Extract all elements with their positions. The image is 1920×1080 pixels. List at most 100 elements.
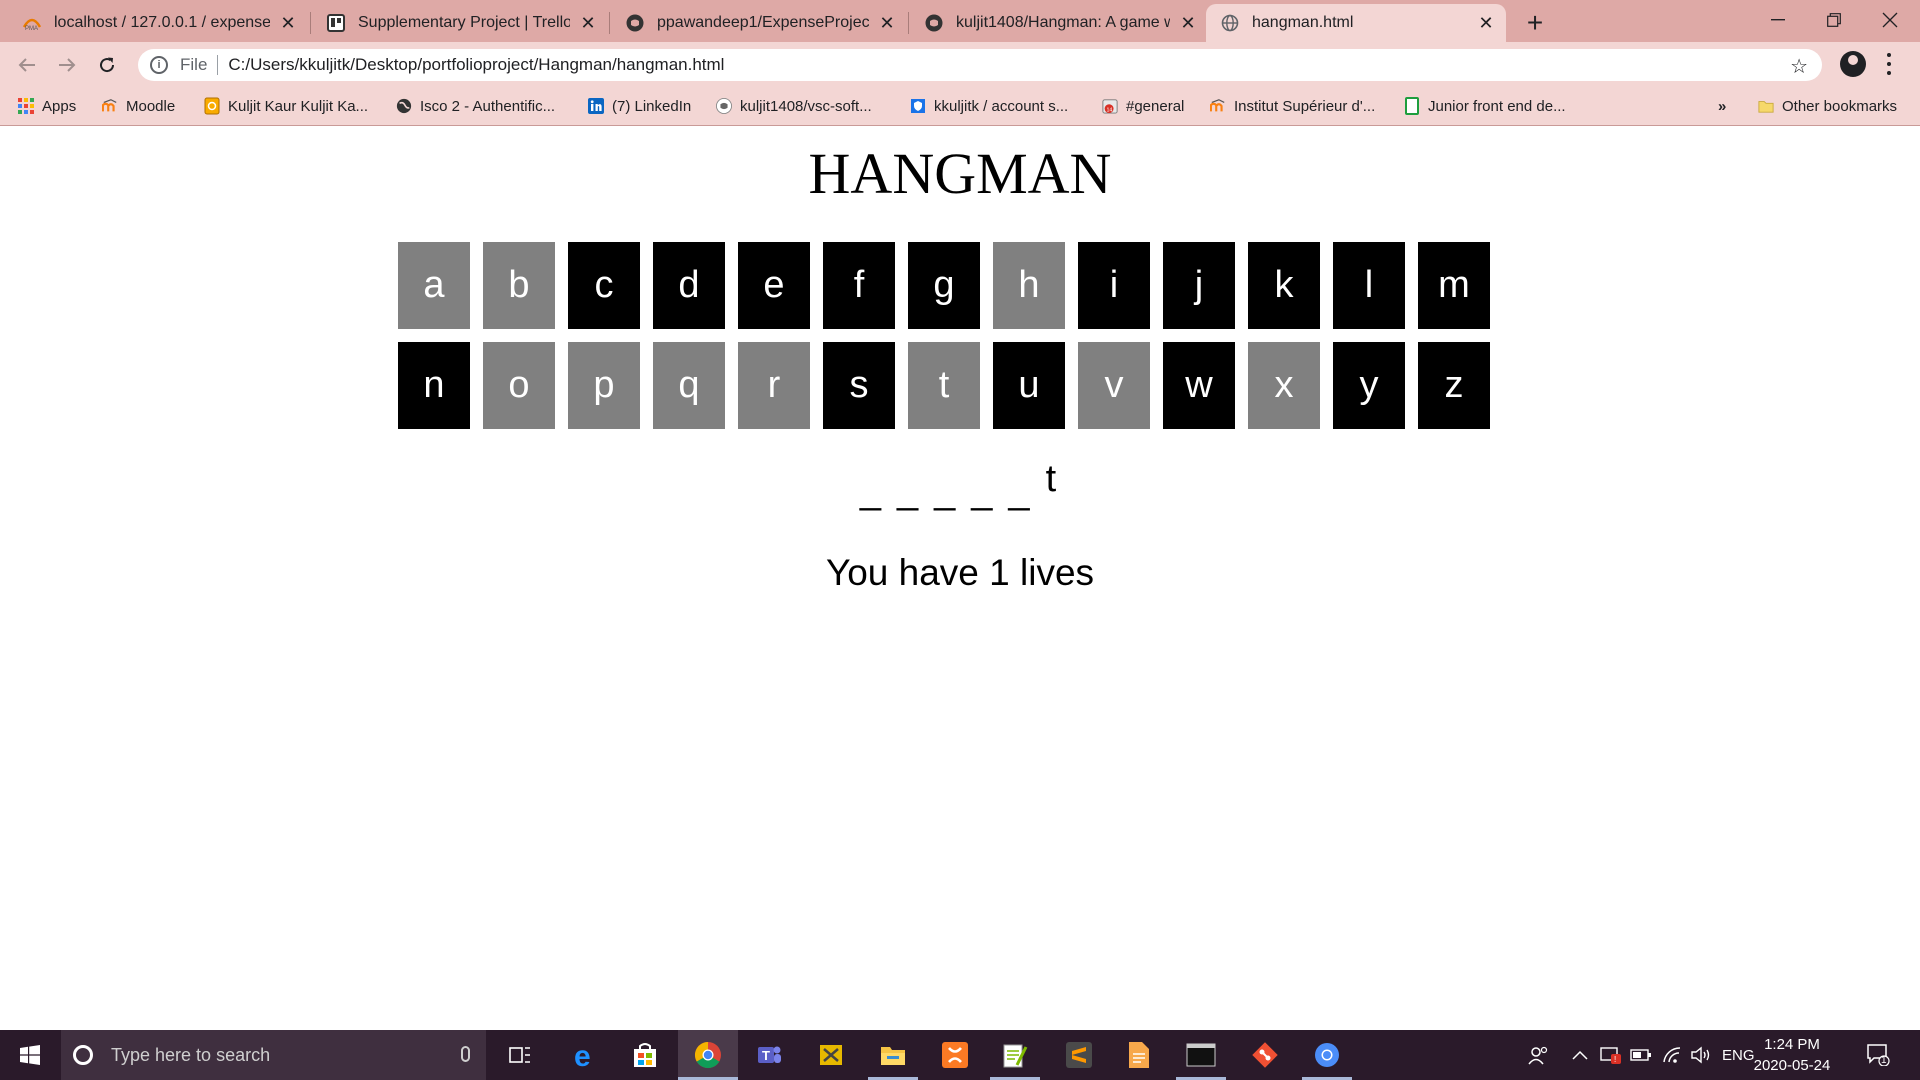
letter-key-h[interactable]: h xyxy=(993,242,1065,329)
task-view-icon[interactable] xyxy=(503,1038,537,1072)
tab-trello[interactable]: Supplementary Project | Trello ✕ xyxy=(312,4,608,42)
forward-icon[interactable] xyxy=(52,50,82,80)
letter-key-o[interactable]: o xyxy=(483,342,555,429)
letter-key-u[interactable]: u xyxy=(993,342,1065,429)
bookmark-account-security[interactable]: kkuljitk / account s... xyxy=(910,94,1068,118)
tab-phpmyadmin[interactable]: PMA localhost / 127.0.0.1 / expensetra ✕ xyxy=(8,4,308,42)
microphone-icon[interactable] xyxy=(461,1046,470,1062)
bookmark-label: kkuljitk / account s... xyxy=(934,97,1069,115)
letter-key-s[interactable]: s xyxy=(823,342,895,429)
bookmark-general[interactable]: 14 #general xyxy=(1102,94,1184,118)
wifi-icon[interactable] xyxy=(1662,1030,1684,1080)
letter-key-n[interactable]: n xyxy=(398,342,470,429)
svg-text:T: T xyxy=(762,1048,770,1063)
notepad-plus-plus-icon[interactable] xyxy=(998,1038,1032,1072)
letter-key-a[interactable]: a xyxy=(398,242,470,329)
linkedin-icon xyxy=(588,98,604,114)
language-indicator[interactable]: ENG xyxy=(1722,1030,1755,1080)
letter-key-d[interactable]: d xyxy=(653,242,725,329)
chevron-up-icon[interactable] xyxy=(1572,1030,1588,1080)
close-icon[interactable]: ✕ xyxy=(278,13,298,33)
xampp-icon[interactable] xyxy=(938,1038,972,1072)
teams-icon[interactable]: T xyxy=(752,1038,786,1072)
sublime-text-icon[interactable] xyxy=(1062,1038,1096,1072)
new-tab-button[interactable]: + xyxy=(1520,7,1550,38)
git-icon[interactable] xyxy=(1248,1038,1282,1072)
letter-key-i[interactable]: i xyxy=(1078,242,1150,329)
document-app-icon[interactable] xyxy=(1122,1038,1156,1072)
letter-key-p[interactable]: p xyxy=(568,342,640,429)
battery-icon[interactable] xyxy=(1630,1030,1652,1080)
info-icon[interactable]: i xyxy=(150,56,168,74)
taskbar-search[interactable]: Type here to search xyxy=(61,1030,486,1080)
people-icon[interactable] xyxy=(1528,1030,1550,1080)
globe-icon xyxy=(1220,13,1240,33)
bookmark-institut[interactable]: Institut Supérieur d'... xyxy=(1210,94,1375,118)
bookmark-kuljit-doc[interactable]: Kuljit Kaur Kuljit Ka... xyxy=(204,94,368,118)
letter-key-k[interactable]: k xyxy=(1248,242,1320,329)
letter-key-g[interactable]: g xyxy=(908,242,980,329)
letter-key-z[interactable]: z xyxy=(1418,342,1490,429)
volume-icon[interactable] xyxy=(1690,1030,1712,1080)
store-icon[interactable] xyxy=(628,1038,662,1072)
notification-center-icon[interactable]: 1 xyxy=(1866,1042,1890,1067)
letter-key-b[interactable]: b xyxy=(483,242,555,329)
window-close-icon[interactable] xyxy=(1862,0,1918,40)
tab-hangman-active[interactable]: hangman.html ✕ xyxy=(1206,4,1506,42)
edge-icon[interactable]: e xyxy=(568,1038,602,1072)
reload-icon[interactable] xyxy=(92,50,122,80)
file-explorer-icon[interactable] xyxy=(876,1038,910,1072)
chromium-icon[interactable] xyxy=(1310,1038,1344,1072)
tab-separator xyxy=(310,12,311,34)
system-clock[interactable]: 1:24 PM 2020-05-24 xyxy=(1752,1034,1832,1076)
word-slot: _ xyxy=(971,470,997,512)
svg-text:!: ! xyxy=(1614,1055,1616,1064)
tools-app-icon[interactable] xyxy=(814,1038,848,1072)
bookmark-isco[interactable]: Isco 2 - Authentific... xyxy=(396,94,555,118)
other-bookmarks-folder[interactable]: Other bookmarks xyxy=(1758,94,1897,118)
bookmark-linkedin[interactable]: (7) LinkedIn xyxy=(588,94,691,118)
letter-key-f[interactable]: f xyxy=(823,242,895,329)
back-icon[interactable] xyxy=(12,50,42,80)
letter-key-c[interactable]: c xyxy=(568,242,640,329)
profile-avatar-icon[interactable] xyxy=(1840,51,1866,77)
tab-separator xyxy=(908,12,909,34)
bookmark-label: Kuljit Kaur Kuljit Ka... xyxy=(228,97,369,115)
letter-key-y[interactable]: y xyxy=(1333,342,1405,429)
tab-github-hangman[interactable]: kuljit1408/Hangman: A game wit ✕ xyxy=(910,4,1208,42)
letter-key-x[interactable]: x xyxy=(1248,342,1320,429)
bookmark-vsc-soft[interactable]: kuljit1408/vsc-soft... xyxy=(716,94,872,118)
tab-github-expense[interactable]: ppawandeep1/ExpenseProject: It ✕ xyxy=(611,4,907,42)
more-bookmarks-button[interactable]: » xyxy=(1718,94,1726,118)
chrome-icon[interactable] xyxy=(691,1038,725,1072)
letter-key-j[interactable]: j xyxy=(1163,242,1235,329)
letter-key-e[interactable]: e xyxy=(738,242,810,329)
letter-key-t[interactable]: t xyxy=(908,342,980,429)
security-alert-icon[interactable]: ! xyxy=(1600,1030,1622,1080)
letter-key-v[interactable]: v xyxy=(1078,342,1150,429)
bookmark-junior-frontend[interactable]: Junior front end de... xyxy=(1404,94,1566,118)
menu-kebab-icon[interactable] xyxy=(1884,50,1894,78)
svg-text:e: e xyxy=(574,1041,591,1069)
letter-key-q[interactable]: q xyxy=(653,342,725,429)
bookmark-moodle[interactable]: Moodle xyxy=(102,94,175,118)
close-icon[interactable]: ✕ xyxy=(1476,13,1496,33)
letter-key-m[interactable]: m xyxy=(1418,242,1490,329)
star-icon[interactable]: ☆ xyxy=(1790,54,1808,79)
clock-date: 2020-05-24 xyxy=(1753,1057,1831,1074)
letter-key-r[interactable]: r xyxy=(738,342,810,429)
bookmarks-bar: Apps Moodle Kuljit Kaur Kuljit Ka... Isc… xyxy=(0,86,1920,126)
bookmark-apps[interactable]: Apps xyxy=(18,94,76,118)
address-bar[interactable]: i File C:/Users/kkuljitk/Desktop/portfol… xyxy=(138,49,1822,81)
terminal-icon[interactable] xyxy=(1184,1038,1218,1072)
restore-icon[interactable] xyxy=(1806,0,1862,40)
close-icon[interactable]: ✕ xyxy=(578,13,598,33)
letter-key-l[interactable]: l xyxy=(1333,242,1405,329)
taskbar: Type here to search e T ! ENG 1:24 PM 20… xyxy=(0,1030,1920,1080)
letter-key-w[interactable]: w xyxy=(1163,342,1235,429)
url-text[interactable]: C:/Users/kkuljitk/Desktop/portfolioproje… xyxy=(228,55,724,75)
close-icon[interactable]: ✕ xyxy=(877,13,897,33)
minimize-icon[interactable] xyxy=(1750,0,1806,40)
close-icon[interactable]: ✕ xyxy=(1178,13,1198,33)
windows-start-icon[interactable] xyxy=(0,1030,60,1080)
